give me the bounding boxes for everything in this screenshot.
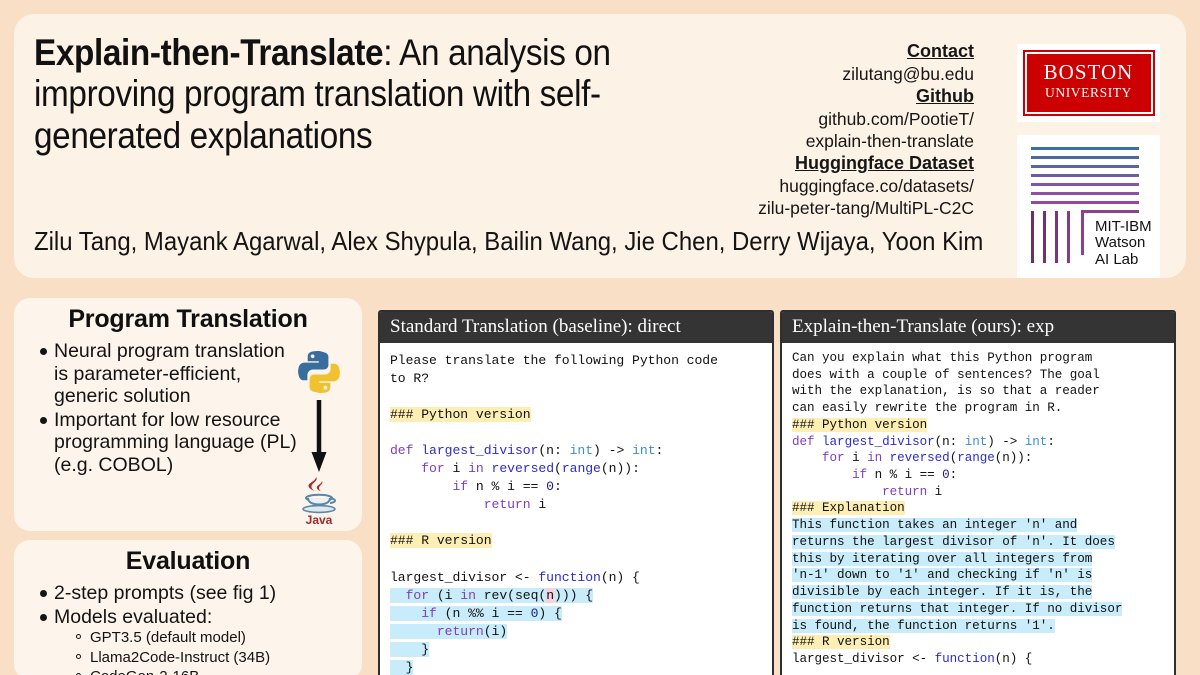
prompt-line: can easily rewrite the program in R. [792, 401, 1063, 416]
list-item: Important for low resource programming l… [40, 409, 302, 477]
explanation-line: function returns that integer. If no div… [792, 601, 1123, 616]
evaluation-bullets: 2-step prompts (see fig 1) Models evalua… [14, 582, 362, 675]
explanation-line: 'n-1' down to '1' and checking if 'n' is [792, 568, 1093, 583]
explanation-line: This function takes an integer 'n' and [792, 518, 1078, 533]
explain-then-translate-panel-body: Can you explain what this Python program… [792, 350, 1123, 667]
contact-block: Contact zilutang@bu.edu Github github.co… [689, 40, 974, 220]
standard-translation-panel: Standard Translation (baseline): direct … [378, 310, 774, 675]
r-version-tag: ### R version [390, 533, 492, 549]
r-version-tag: ### R version [792, 635, 890, 650]
mit-logo-line3: AI Lab [1095, 251, 1139, 269]
list-item: Models evaluated: GPT3.5 (default model)… [40, 606, 356, 675]
bu-logo-line1: BOSTON [1043, 60, 1134, 85]
page-title-strong: Explain-then-Translate [34, 32, 384, 73]
list-item-label: Models evaluated: [54, 605, 213, 628]
huggingface-url-line2[interactable]: zilu-peter-tang/MultiPL-C2C [689, 197, 974, 219]
list-item: Llama2Code-Instruct (34B) [76, 648, 356, 668]
python-to-java-diagram: Java [288, 348, 350, 527]
explanation-tag: ### Explanation [792, 501, 905, 516]
explanation-line: returns the largest divisor of 'n'. It d… [792, 534, 1115, 549]
explanation-line: this by iterating over all integers from [792, 551, 1093, 566]
contact-heading: Contact [907, 41, 974, 61]
explanation-line: divisible by each integer. If it is, the [792, 585, 1093, 600]
python-version-tag: ### Python version [390, 407, 531, 423]
prompt-line: to R? [390, 370, 430, 386]
standard-translation-panel-header: Standard Translation (baseline): direct [380, 312, 772, 343]
list-item: Neural program translation is parameter-… [40, 340, 302, 408]
github-url-line2[interactable]: explain-then-translate [689, 130, 974, 152]
standard-translation-panel-body: Please translate the following Python co… [390, 352, 718, 675]
mit-logo-lines-icon [1025, 145, 1152, 213]
explain-then-translate-panel-header: Explain-then-Translate (ours): exp [782, 312, 1174, 343]
prompt-line: with the explanation, is so that a reade… [792, 384, 1100, 399]
boston-university-logo: BOSTON UNIVERSITY [1017, 44, 1160, 122]
mit-logo-line1: MIT-IBM [1095, 217, 1152, 235]
title-block: Explain-then-Translate: An analysis on i… [34, 32, 724, 156]
github-url-line1[interactable]: github.com/PootieT/ [689, 108, 974, 130]
python-version-tag: ### Python version [792, 417, 928, 432]
explain-then-translate-panel: Explain-then-Translate (ours): exp Can y… [780, 310, 1176, 675]
explanation-line: is found, the function returns '1'. [792, 618, 1055, 633]
java-icon [299, 474, 339, 516]
contact-email[interactable]: zilutang@bu.edu [689, 63, 974, 85]
prompt-line: Please translate the following Python co… [390, 352, 718, 368]
evaluation-card: Evaluation 2-step prompts (see fig 1) Mo… [14, 540, 362, 675]
mit-ibm-watson-ai-lab-logo: MIT-IBM Watson AI Lab [1017, 135, 1160, 278]
author-list: Zilu Tang, Mayank Agarwal, Alex Shypula,… [34, 226, 984, 256]
mit-logo-bars-icon [1031, 211, 1093, 263]
page-title: Explain-then-Translate: An analysis on i… [34, 32, 717, 156]
mit-logo-line2: Watson [1095, 234, 1146, 252]
prompt-line: Can you explain what this Python program [792, 350, 1093, 365]
huggingface-heading: Huggingface Dataset [794, 153, 974, 174]
list-item: CodeGen-2-16B [76, 667, 356, 675]
mit-logo-text: MIT-IBM Watson AI Lab [1095, 217, 1152, 269]
huggingface-url-line1[interactable]: huggingface.co/datasets/ [689, 175, 974, 197]
program-translation-bullets: Neural program translation is parameter-… [14, 340, 308, 477]
evaluation-sub-bullets: GPT3.5 (default model) Llama2Code-Instru… [54, 628, 356, 675]
program-translation-title: Program Translation [68, 305, 308, 333]
bu-logo-inner: BOSTON UNIVERSITY [1022, 50, 1155, 116]
list-item: GPT3.5 (default model) [76, 628, 356, 648]
list-item: 2-step prompts (see fig 1) [40, 582, 356, 605]
prompt-line: does with a couple of sentences? The goa… [792, 367, 1100, 382]
down-arrow-icon [309, 400, 329, 474]
evaluation-title: Evaluation [125, 547, 251, 575]
python-icon [295, 348, 343, 396]
bu-logo-line2: UNIVERSITY [1045, 85, 1132, 101]
header-card: Explain-then-Translate: An analysis on i… [14, 14, 1186, 278]
poster-root: Explain-then-Translate: An analysis on i… [0, 0, 1200, 675]
github-heading: Github [916, 86, 974, 107]
